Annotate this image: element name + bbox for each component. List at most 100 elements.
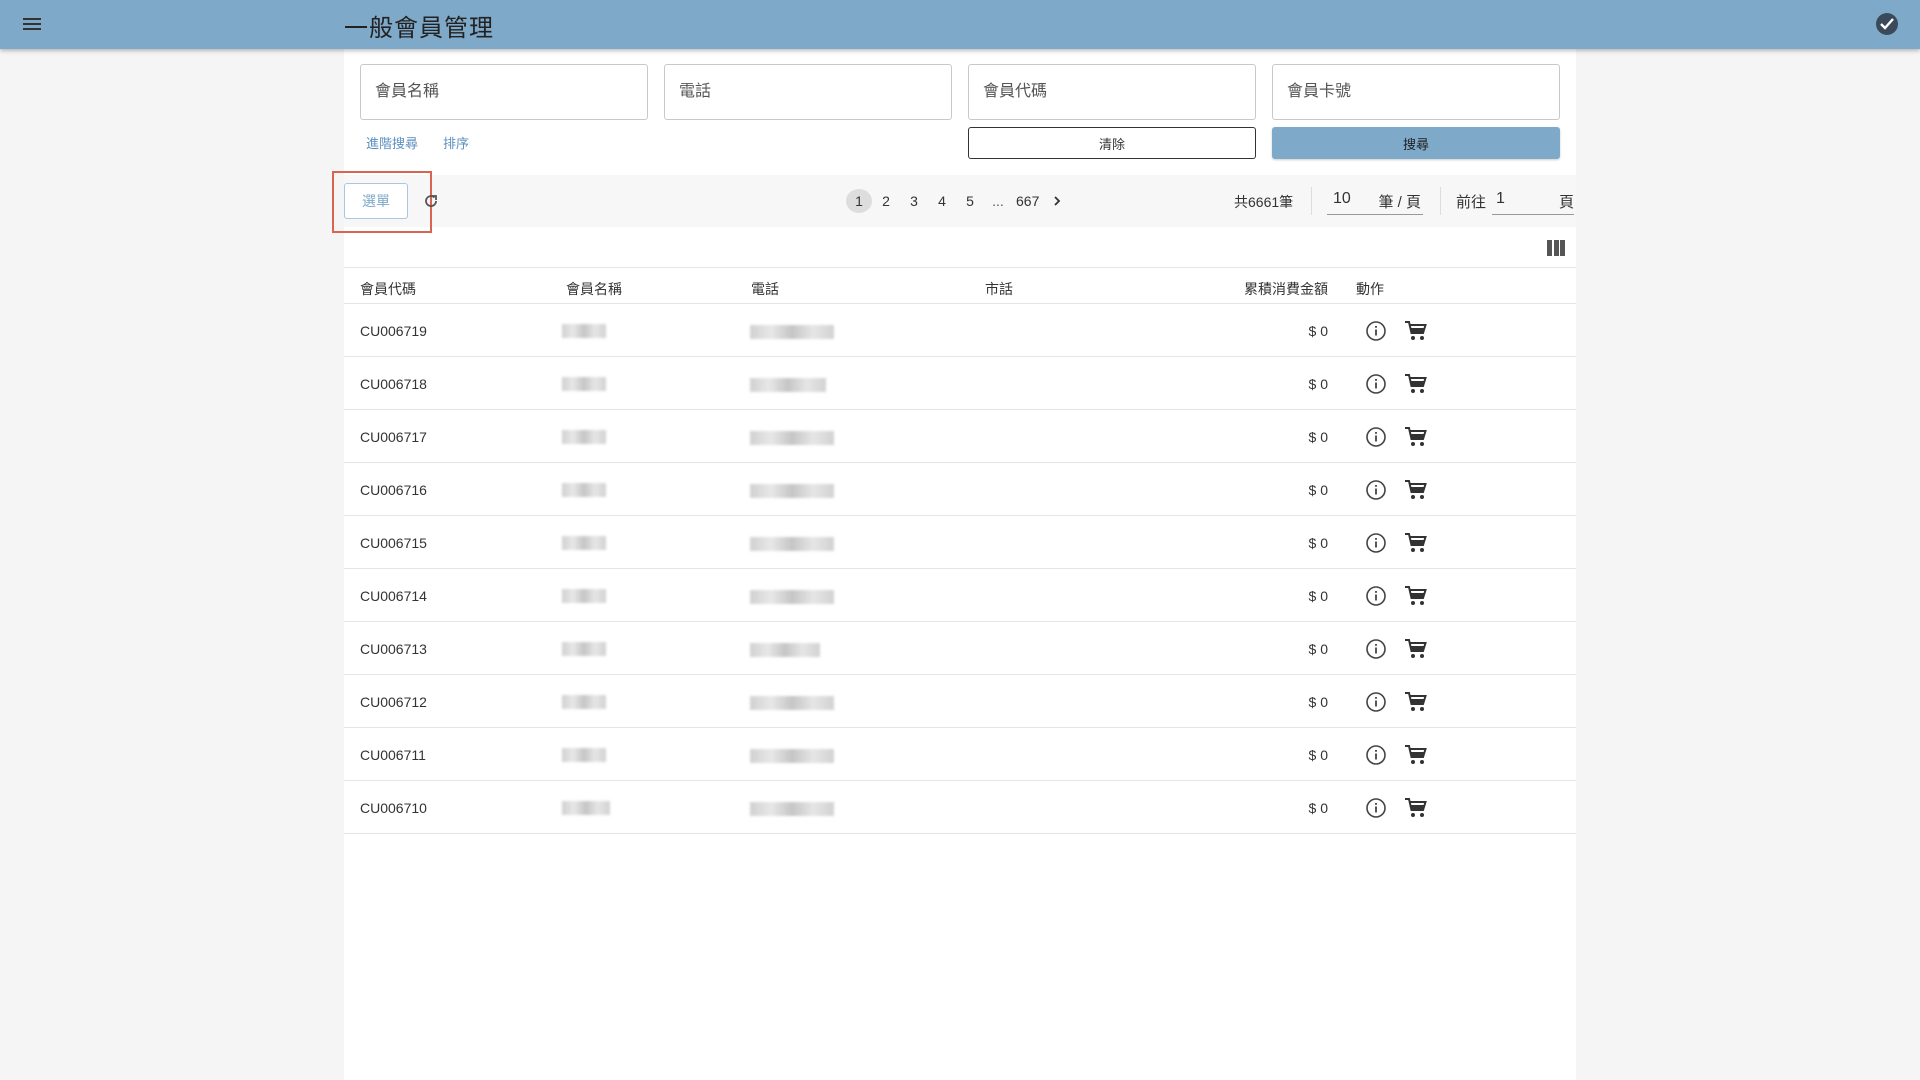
column-header[interactable]: 市話 [985, 279, 1013, 299]
page-size-value: 10 [1333, 190, 1351, 207]
redacted-phone [750, 749, 834, 763]
info-icon[interactable] [1365, 373, 1387, 395]
app-bar: 一般會員管理 [0, 0, 1920, 49]
menu-icon[interactable] [20, 12, 45, 37]
table-header: 會員代碼 會員名稱 電話 市話 累積消費金額 動作 [344, 267, 1576, 304]
info-icon[interactable] [1365, 479, 1387, 501]
member-code-cell: CU006718 [360, 376, 427, 392]
amount-cell: $ 0 [1308, 535, 1328, 551]
list-toolbar: 選單 1 2 3 4 5 ... 667 共6661筆 10 筆 / 頁 前往 … [332, 171, 1576, 233]
info-icon[interactable] [1365, 638, 1387, 660]
member-name-field[interactable] [360, 64, 648, 120]
redacted-name [562, 536, 606, 550]
cart-icon[interactable] [1404, 320, 1428, 342]
info-icon[interactable] [1365, 426, 1387, 448]
goto-page-value: 1 [1496, 190, 1505, 207]
cart-icon[interactable] [1404, 479, 1428, 501]
table-row[interactable]: CU006714 $ 0 [344, 569, 1576, 622]
table-row[interactable]: CU006712 $ 0 [344, 675, 1576, 728]
member-code-cell: CU006717 [360, 429, 427, 445]
cart-icon[interactable] [1404, 691, 1428, 713]
table-row[interactable]: CU006718 $ 0 [344, 357, 1576, 410]
phone-field[interactable] [664, 64, 952, 120]
member-code-cell: CU006714 [360, 588, 427, 604]
redacted-name [562, 695, 606, 709]
column-header[interactable]: 會員名稱 [566, 279, 622, 299]
info-icon[interactable] [1365, 691, 1387, 713]
clear-button[interactable]: 清除 [968, 127, 1256, 159]
page-size-select[interactable]: 10 筆 / 頁 [1327, 185, 1423, 215]
member-code-cell: CU006711 [360, 747, 426, 763]
redacted-phone [750, 537, 834, 551]
page-button[interactable]: 5 [956, 189, 984, 213]
redacted-phone [750, 325, 834, 339]
chevron-right-icon[interactable] [1043, 189, 1071, 213]
table-row[interactable]: CU006715 $ 0 [344, 516, 1576, 569]
divider [1440, 187, 1441, 215]
column-header[interactable]: 累積消費金額 [1240, 279, 1328, 299]
amount-cell: $ 0 [1308, 800, 1328, 816]
goto-page-unit: 頁 [1558, 194, 1574, 211]
goto-page-input[interactable]: 1 頁 [1492, 185, 1574, 215]
view-column-icon[interactable] [1547, 240, 1565, 256]
info-icon[interactable] [1365, 797, 1387, 819]
cart-icon[interactable] [1404, 585, 1428, 607]
member-code-cell: CU006710 [360, 800, 427, 816]
cart-icon[interactable] [1404, 638, 1428, 660]
amount-cell: $ 0 [1308, 429, 1328, 445]
refresh-icon[interactable] [422, 192, 440, 210]
cart-icon[interactable] [1404, 532, 1428, 554]
page-button[interactable]: 1 [846, 189, 872, 213]
table-row[interactable]: CU006713 $ 0 [344, 622, 1576, 675]
redacted-name [562, 430, 606, 444]
redacted-phone [750, 431, 834, 445]
table-row[interactable]: CU006710 $ 0 [344, 781, 1576, 834]
member-card-field[interactable] [1272, 64, 1560, 120]
main-content: 進階搜尋 排序 清除 搜尋 選單 1 2 3 4 5 ... 667 共6661… [332, 49, 1576, 1080]
member-code-input[interactable] [969, 65, 1255, 119]
check-circle-icon[interactable] [1876, 13, 1898, 35]
member-card-input[interactable] [1273, 65, 1559, 119]
amount-cell: $ 0 [1308, 323, 1328, 339]
cart-icon[interactable] [1404, 744, 1428, 766]
phone-input[interactable] [665, 65, 951, 119]
info-icon[interactable] [1365, 744, 1387, 766]
column-header[interactable]: 電話 [751, 279, 779, 299]
table-row[interactable]: CU006719 $ 0 [344, 304, 1576, 357]
redacted-name [562, 324, 606, 338]
member-name-input[interactable] [361, 65, 647, 119]
amount-cell: $ 0 [1308, 376, 1328, 392]
page-button[interactable]: 3 [900, 189, 928, 213]
redacted-phone [750, 484, 834, 498]
cart-icon[interactable] [1404, 797, 1428, 819]
menu-button[interactable]: 選單 [344, 183, 408, 219]
info-icon[interactable] [1365, 532, 1387, 554]
goto-label: 前往 [1456, 194, 1487, 211]
page-button[interactable]: 667 [1012, 189, 1043, 213]
table-row[interactable]: CU006717 $ 0 [344, 410, 1576, 463]
cart-icon[interactable] [1404, 426, 1428, 448]
member-code-field[interactable] [968, 64, 1256, 120]
search-button[interactable]: 搜尋 [1272, 127, 1560, 159]
page-button[interactable]: 2 [872, 189, 900, 213]
page-button[interactable]: 4 [928, 189, 956, 213]
cart-icon[interactable] [1404, 373, 1428, 395]
page-ellipsis[interactable]: ... [984, 193, 1012, 209]
amount-cell: $ 0 [1308, 588, 1328, 604]
table-row[interactable]: CU006711 $ 0 [344, 728, 1576, 781]
redacted-phone [750, 802, 834, 816]
column-header[interactable]: 會員代碼 [360, 279, 416, 299]
member-code-cell: CU006719 [360, 323, 427, 339]
member-code-cell: CU006716 [360, 482, 427, 498]
info-icon[interactable] [1365, 320, 1387, 342]
amount-cell: $ 0 [1308, 747, 1328, 763]
column-header: 動作 [1356, 281, 1384, 297]
divider [1311, 187, 1312, 215]
advanced-search-link[interactable]: 進階搜尋 [366, 133, 418, 152]
sort-link[interactable]: 排序 [443, 133, 469, 152]
amount-cell: $ 0 [1308, 641, 1328, 657]
info-icon[interactable] [1365, 585, 1387, 607]
member-code-cell: CU006715 [360, 535, 427, 551]
table-row[interactable]: CU006716 $ 0 [344, 463, 1576, 516]
amount-cell: $ 0 [1308, 694, 1328, 710]
